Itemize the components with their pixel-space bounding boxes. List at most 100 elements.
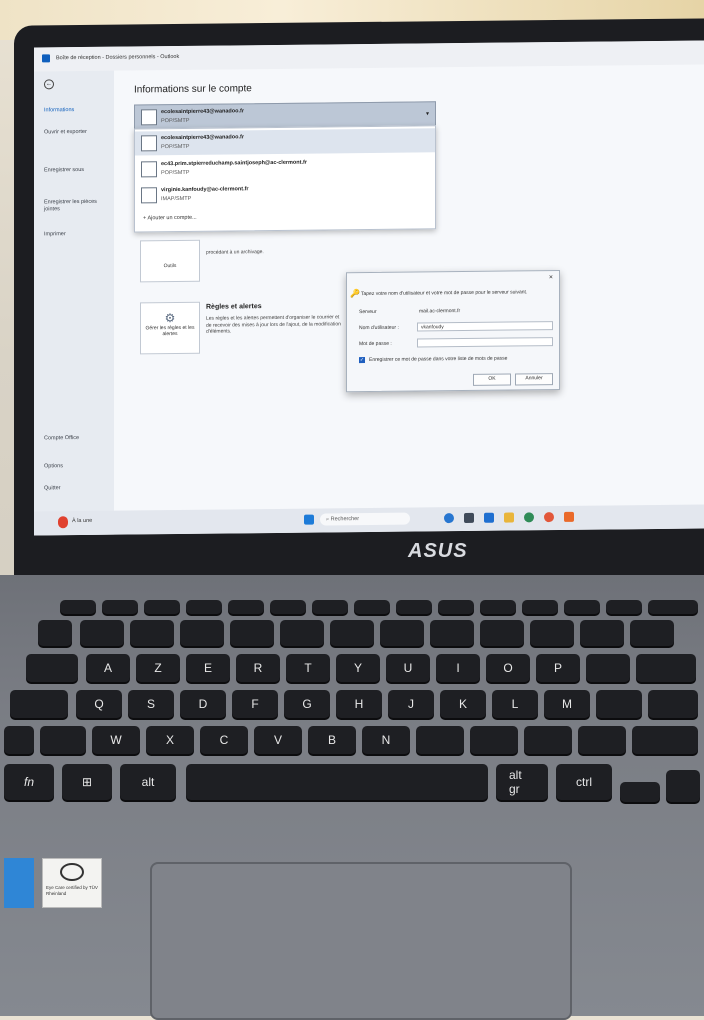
key-f[interactable]: F xyxy=(232,690,278,718)
number-key[interactable] xyxy=(80,620,124,646)
tools-button[interactable]: Outils xyxy=(140,239,200,283)
key-s[interactable]: S xyxy=(128,690,174,718)
key-j[interactable]: J xyxy=(388,690,434,718)
number-key[interactable] xyxy=(130,620,174,646)
key-caret[interactable] xyxy=(586,654,630,682)
add-account-button[interactable]: + Ajouter un compte... xyxy=(143,215,197,222)
close-icon[interactable]: × xyxy=(549,274,553,281)
taskbar-search[interactable]: ⌕ Rechercher xyxy=(320,512,410,526)
key-dollar[interactable] xyxy=(636,654,696,682)
account-option[interactable]: ecolesaintpierre43@wanadoo.fr POP/SMTP xyxy=(135,128,435,156)
key-exclamation[interactable] xyxy=(578,726,626,754)
chrome-icon[interactable] xyxy=(524,512,534,523)
key-y[interactable]: Y xyxy=(336,654,380,682)
account-option[interactable]: ec43.prim.stpierreduchamp.saintjoseph@ac… xyxy=(135,154,435,181)
cancel-button[interactable]: Annuler xyxy=(515,373,553,386)
function-key[interactable] xyxy=(144,600,180,614)
number-key[interactable] xyxy=(380,620,424,646)
function-key[interactable] xyxy=(228,600,264,614)
file-explorer-icon[interactable] xyxy=(504,512,514,523)
firefox-icon[interactable] xyxy=(544,512,554,523)
shift-key[interactable] xyxy=(4,726,34,754)
number-key[interactable] xyxy=(180,620,224,646)
sidebar-item-enregistrer-pieces-jointes[interactable]: Enregistrer les pièces jointes xyxy=(44,199,110,214)
function-key[interactable] xyxy=(270,600,306,614)
ctrl-key[interactable]: ctrl xyxy=(556,764,612,800)
sidebar-item-options[interactable]: Options xyxy=(44,463,110,471)
key-q[interactable]: Q xyxy=(76,690,122,718)
alt-gr-key[interactable]: alt gr xyxy=(496,764,548,800)
space-bar[interactable] xyxy=(186,764,488,800)
number-key[interactable] xyxy=(430,620,474,646)
number-key[interactable] xyxy=(38,620,72,646)
key-c[interactable]: C xyxy=(200,726,248,754)
back-arrow-icon[interactable]: ← xyxy=(44,79,54,90)
alt-key[interactable]: alt xyxy=(120,764,176,800)
manage-rules-button[interactable]: ⚙ Gérer les règles et les alertes xyxy=(140,301,200,355)
function-key[interactable] xyxy=(480,600,516,614)
ok-button[interactable]: OK xyxy=(473,373,511,386)
outlook-taskbar-icon[interactable] xyxy=(484,512,494,523)
key-p[interactable]: P xyxy=(536,654,580,682)
function-key[interactable] xyxy=(354,600,390,614)
key-b[interactable]: B xyxy=(308,726,356,754)
touchpad[interactable] xyxy=(150,862,572,1020)
password-input[interactable] xyxy=(417,337,553,348)
number-key[interactable] xyxy=(630,620,674,646)
arrow-key[interactable] xyxy=(620,782,660,802)
key-x[interactable]: X xyxy=(146,726,194,754)
edge-icon[interactable] xyxy=(444,513,454,524)
sidebar-item-quitter[interactable]: Quitter xyxy=(44,485,110,493)
key-asterisk[interactable] xyxy=(648,690,698,718)
function-key[interactable] xyxy=(186,600,222,614)
key-k[interactable]: K xyxy=(440,690,486,718)
key-colon[interactable] xyxy=(524,726,572,754)
key-d[interactable]: D xyxy=(180,690,226,718)
key-w[interactable]: W xyxy=(92,726,140,754)
sidebar-item-informations[interactable]: Informations xyxy=(44,107,110,115)
tab-key[interactable] xyxy=(26,654,78,682)
function-key[interactable] xyxy=(564,600,600,614)
windows-start-icon[interactable] xyxy=(304,514,314,525)
sidebar-item-imprimer[interactable]: Imprimer xyxy=(44,231,110,239)
function-key[interactable] xyxy=(312,600,348,614)
function-key[interactable] xyxy=(60,600,96,614)
number-key[interactable] xyxy=(530,620,574,646)
key-comma[interactable] xyxy=(416,726,464,754)
key-m[interactable]: M xyxy=(544,690,590,718)
key-t[interactable]: T xyxy=(286,654,330,682)
right-shift-key[interactable] xyxy=(632,726,698,754)
number-key[interactable] xyxy=(480,620,524,646)
key-h[interactable]: H xyxy=(336,690,382,718)
function-key[interactable] xyxy=(522,600,558,614)
key-z[interactable]: Z xyxy=(136,654,180,682)
function-key[interactable] xyxy=(648,600,698,614)
key-less-than[interactable] xyxy=(40,726,86,754)
key-u-grave[interactable] xyxy=(596,690,642,718)
windows-key[interactable]: ⊞ xyxy=(62,764,112,800)
key-o[interactable]: O xyxy=(486,654,530,682)
key-a[interactable]: A xyxy=(86,654,130,682)
arrow-key[interactable] xyxy=(666,770,700,802)
key-l[interactable]: L xyxy=(492,690,538,718)
function-key[interactable] xyxy=(438,600,474,614)
number-key[interactable] xyxy=(330,620,374,646)
function-key[interactable] xyxy=(606,600,642,614)
key-i[interactable]: I xyxy=(436,654,480,682)
sidebar-item-enregistrer-sous[interactable]: Enregistrer sous xyxy=(44,167,110,175)
function-key[interactable] xyxy=(396,600,432,614)
function-key[interactable] xyxy=(102,600,138,614)
account-option[interactable]: virginie.kanfoudy@ac-clermont.fr IMAP/SM… xyxy=(135,180,435,207)
remember-password-checkbox[interactable]: ✓ xyxy=(359,357,365,364)
key-semicolon[interactable] xyxy=(470,726,518,754)
key-g[interactable]: G xyxy=(284,690,330,718)
key-v[interactable]: V xyxy=(254,726,302,754)
key-r[interactable]: R xyxy=(236,654,280,682)
username-input[interactable]: vkanfoudy xyxy=(417,321,553,332)
key-u[interactable]: U xyxy=(386,654,430,682)
number-key[interactable] xyxy=(230,620,274,646)
weather-icon[interactable] xyxy=(58,516,68,529)
caps-lock-key[interactable] xyxy=(10,690,68,718)
app-icon[interactable] xyxy=(564,511,574,522)
sidebar-item-compte-office[interactable]: Compte Office xyxy=(44,435,110,443)
